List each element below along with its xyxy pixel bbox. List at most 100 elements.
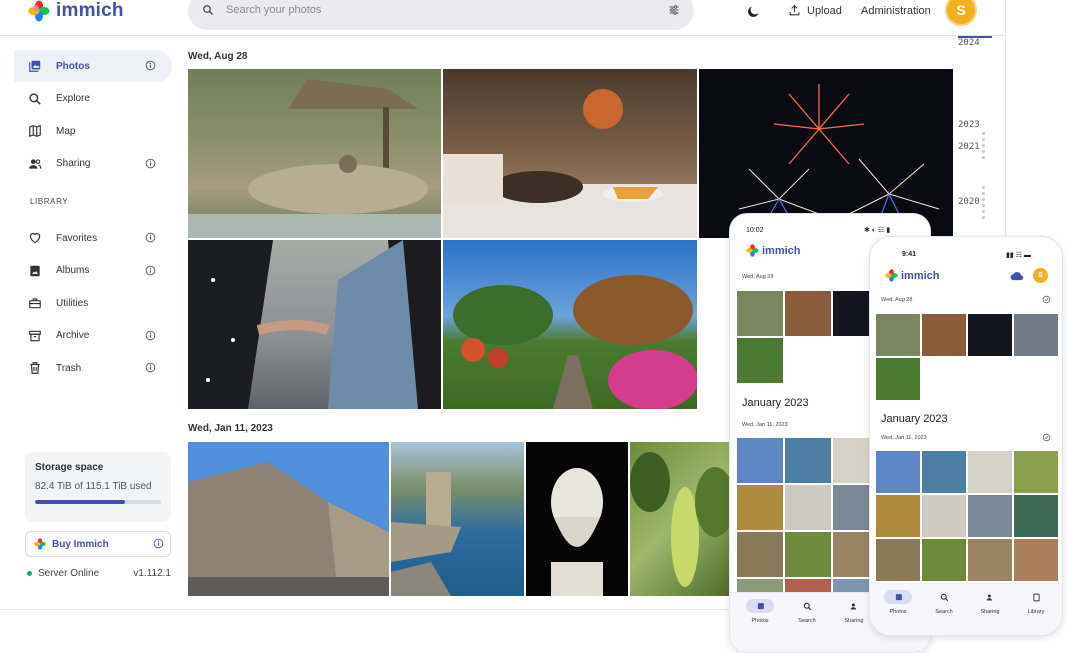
- phone-photo-thumb[interactable]: [785, 532, 831, 577]
- photo-grapes[interactable]: [630, 442, 730, 596]
- phone-photo-thumb[interactable]: [922, 495, 966, 537]
- administration-link[interactable]: Administration: [861, 5, 931, 17]
- phone-photo-thumb[interactable]: [785, 485, 831, 530]
- sidebar-item-favorites[interactable]: Favorites: [14, 222, 172, 254]
- select-circle-icon[interactable]: [1042, 433, 1051, 442]
- dark-mode-icon[interactable]: [746, 4, 761, 19]
- phone-photo-thumb[interactable]: [876, 495, 920, 537]
- timeline-year[interactable]: 2020: [958, 197, 980, 207]
- phone-photo-thumb[interactable]: [968, 314, 1012, 356]
- phone-photo-thumb[interactable]: [737, 438, 783, 483]
- phone-photo-thumb[interactable]: [968, 451, 1012, 493]
- sidebar-item-utilities[interactable]: Utilities: [14, 287, 172, 319]
- app-logo[interactable]: immich: [28, 0, 124, 22]
- tab-label: Search: [935, 609, 953, 615]
- photo-thumbnail: [630, 452, 730, 587]
- filter-icon[interactable]: [668, 4, 680, 16]
- phone-photo-thumb[interactable]: [1014, 451, 1058, 493]
- search-icon: [940, 593, 948, 601]
- user-avatar[interactable]: S: [945, 0, 977, 26]
- photo-garden-path[interactable]: [443, 240, 697, 409]
- phone-bottom-nav: Photos Search Sharing Library: [870, 583, 1062, 635]
- photo-coastal-tower[interactable]: [391, 442, 524, 596]
- phone-photo-thumb[interactable]: [785, 291, 831, 336]
- server-status-label: Server Online: [38, 568, 100, 579]
- photos-icon: [29, 60, 41, 72]
- photo-thumbnail: [188, 462, 389, 596]
- timeline-year[interactable]: 2021: [958, 142, 980, 152]
- phone-photo-thumb[interactable]: [785, 579, 831, 593]
- phone-photo-thumb[interactable]: [876, 451, 920, 493]
- phone-photo-thumb[interactable]: [876, 358, 920, 400]
- tab-label: Sharing: [844, 618, 864, 624]
- storage-progress-fill: [35, 500, 126, 504]
- status-bar-time: 9:41: [902, 251, 917, 258]
- search-bar[interactable]: [188, 0, 694, 30]
- info-icon[interactable]: [145, 60, 156, 71]
- photo-fortress-wall[interactable]: [188, 442, 389, 596]
- tab-photos[interactable]: Photos: [878, 590, 918, 615]
- tab-search[interactable]: Search: [787, 599, 827, 624]
- sidebar-item-map[interactable]: Map: [14, 115, 172, 147]
- tab-sharing[interactable]: Sharing: [834, 599, 874, 624]
- photos-icon: [895, 593, 902, 600]
- photo-dinner-table[interactable]: [443, 69, 697, 238]
- phone-photo-thumb[interactable]: [876, 314, 920, 356]
- sidebar-item-sharing[interactable]: Sharing: [14, 148, 172, 180]
- phone-photo-thumb[interactable]: [968, 539, 1012, 581]
- phone-photo-thumb[interactable]: [737, 485, 783, 530]
- phone-app-name: immich: [901, 269, 940, 282]
- phone-photo-thumb[interactable]: [785, 438, 831, 483]
- phone-photo-thumb[interactable]: [922, 451, 966, 493]
- tab-label: Sharing: [980, 609, 1000, 615]
- cloud-icon[interactable]: [1010, 271, 1024, 281]
- date-group-header[interactable]: Wed, Jan 11, 2023: [188, 423, 273, 434]
- timeline-year[interactable]: 2023: [958, 120, 980, 130]
- phone-photo-thumb[interactable]: [1014, 539, 1058, 581]
- sidebar-item-archive[interactable]: Archive: [14, 320, 172, 352]
- phone-photo-thumb[interactable]: [922, 314, 966, 356]
- server-version[interactable]: v1.112.1: [133, 568, 171, 579]
- phone-user-avatar[interactable]: S: [1033, 268, 1048, 283]
- sidebar-item-albums[interactable]: Albums: [14, 255, 172, 287]
- info-icon[interactable]: [153, 538, 164, 549]
- phone-photo-thumb[interactable]: [968, 495, 1012, 537]
- photo-marble-bust[interactable]: [526, 442, 628, 596]
- tab-photos[interactable]: Photos: [740, 599, 780, 624]
- upload-button[interactable]: Upload: [788, 4, 842, 17]
- sidebar-item-label: Favorites: [56, 232, 98, 244]
- phone-photo-thumb[interactable]: [1014, 314, 1058, 356]
- month-header: January 2023: [742, 397, 809, 409]
- timeline-year[interactable]: 2024: [958, 38, 980, 48]
- info-icon[interactable]: [145, 232, 156, 243]
- tab-sharing[interactable]: Sharing: [970, 590, 1010, 615]
- phone-photo-thumb[interactable]: [876, 539, 920, 581]
- buy-immich-button[interactable]: Buy Immich: [25, 531, 171, 557]
- sidebar-item-explore[interactable]: Explore: [14, 83, 172, 115]
- photo-holding-hands[interactable]: [188, 240, 441, 409]
- sidebar-item-trash[interactable]: Trash: [14, 352, 172, 384]
- photo-thumbnail: [443, 89, 697, 238]
- info-icon[interactable]: [145, 362, 156, 373]
- phone-photo-thumb[interactable]: [737, 579, 783, 593]
- toolbox-icon: [29, 298, 41, 309]
- phone-photo-thumb[interactable]: [1014, 495, 1058, 537]
- sidebar-item-photos[interactable]: Photos: [14, 50, 172, 82]
- phone-photo-thumb[interactable]: [737, 291, 783, 336]
- info-icon[interactable]: [145, 158, 156, 169]
- sidebar-item-label: Sharing: [56, 158, 91, 169]
- date-group-header[interactable]: Wed, Aug 28: [188, 51, 247, 62]
- search-input[interactable]: [226, 4, 626, 16]
- trash-icon: [30, 362, 40, 374]
- phone-photo-thumb[interactable]: [737, 532, 783, 577]
- tab-library[interactable]: Library: [1016, 590, 1056, 615]
- photo-monkey-enclosure[interactable]: [188, 69, 441, 238]
- phone-photo-thumb[interactable]: [737, 338, 783, 383]
- tab-search[interactable]: Search: [924, 590, 964, 615]
- immich-logo-icon: [34, 538, 46, 550]
- info-icon[interactable]: [145, 330, 156, 341]
- phone-photo-thumb[interactable]: [922, 539, 966, 581]
- info-icon[interactable]: [145, 265, 156, 276]
- select-circle-icon[interactable]: [1042, 295, 1051, 304]
- tab-label: Search: [798, 618, 816, 624]
